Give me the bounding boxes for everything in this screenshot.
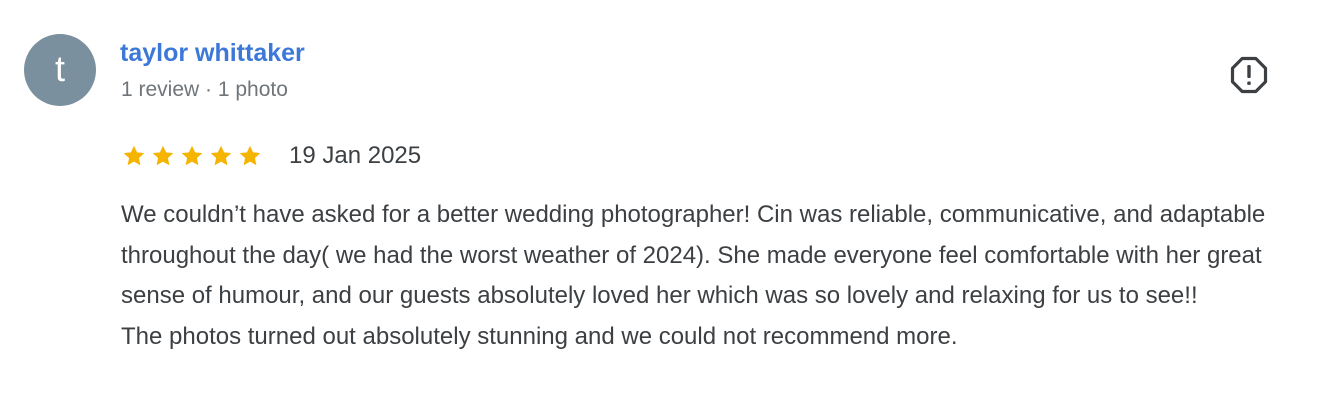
- review-text-paragraph: We couldn’t have asked for a better wedd…: [121, 201, 1266, 309]
- star-icon: [123, 145, 145, 166]
- review-text-paragraph: The photos turned out absolutely stunnin…: [121, 322, 958, 350]
- report-review-button[interactable]: [1227, 53, 1271, 97]
- star-icon: [181, 145, 203, 166]
- author-name-link[interactable]: taylor whittaker: [120, 38, 305, 68]
- review-date: 19 Jan 2025: [289, 142, 422, 169]
- rating-row: 19 Jan 2025: [121, 141, 421, 171]
- star-rating: [121, 143, 263, 169]
- review-text: We couldn’t have asked for a better wedd…: [121, 195, 1306, 357]
- star-icon: [152, 145, 174, 166]
- avatar[interactable]: t: [24, 34, 96, 106]
- star-icon: [210, 145, 232, 166]
- star-icon: [239, 145, 261, 166]
- review-card: t taylor whittaker 1 review · 1 photo 19…: [0, 0, 1328, 420]
- author-meta: 1 review · 1 photo: [121, 78, 288, 101]
- report-flag-octagon-icon: [1230, 56, 1268, 94]
- avatar-letter: t: [54, 48, 65, 89]
